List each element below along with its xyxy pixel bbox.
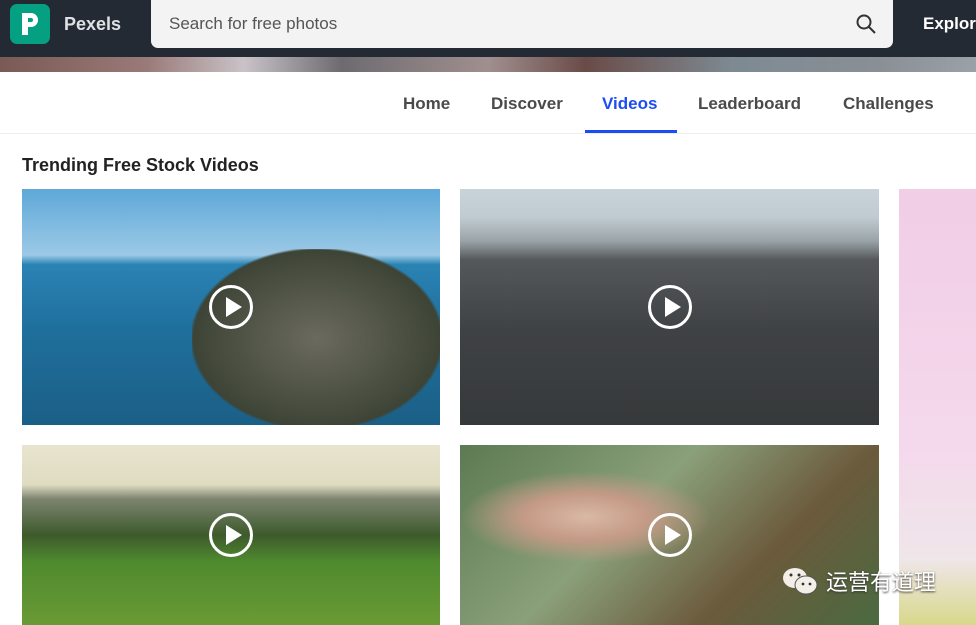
tab-challenges[interactable]: Challenges <box>843 94 934 114</box>
video-thumbnail[interactable] <box>22 445 440 625</box>
search-input[interactable]: Search for free photos <box>151 0 893 48</box>
tab-leaderboard[interactable]: Leaderboard <box>698 94 801 114</box>
video-thumbnail[interactable] <box>460 445 879 625</box>
explore-menu[interactable]: Explore <box>923 14 976 34</box>
pexels-logo[interactable] <box>10 4 50 44</box>
play-icon[interactable] <box>209 285 253 329</box>
tab-discover[interactable]: Discover <box>491 94 563 114</box>
brand-name[interactable]: Pexels <box>64 14 121 35</box>
wechat-icon <box>783 568 818 595</box>
watermark: 运营有道理 <box>782 565 936 597</box>
tab-videos[interactable]: Videos <box>602 94 657 114</box>
video-thumbnail[interactable] <box>899 189 976 625</box>
search-icon[interactable] <box>855 13 877 35</box>
play-icon[interactable] <box>647 285 692 329</box>
active-tab-indicator <box>585 130 677 133</box>
main-nav: Home Discover Videos Leaderboard Challen… <box>0 72 976 134</box>
video-thumbnail[interactable] <box>460 189 879 425</box>
top-bar: Pexels Search for free photos Explore <box>0 0 976 57</box>
play-icon[interactable] <box>209 513 253 557</box>
hero-banner-image <box>0 57 976 72</box>
tab-home[interactable]: Home <box>403 94 450 114</box>
video-thumbnail[interactable] <box>22 189 440 425</box>
section-title: Trending Free Stock Videos <box>22 155 259 175</box>
search-placeholder: Search for free photos <box>169 14 338 33</box>
watermark-text: 运营有道理 <box>826 570 937 595</box>
play-icon[interactable] <box>647 513 692 557</box>
